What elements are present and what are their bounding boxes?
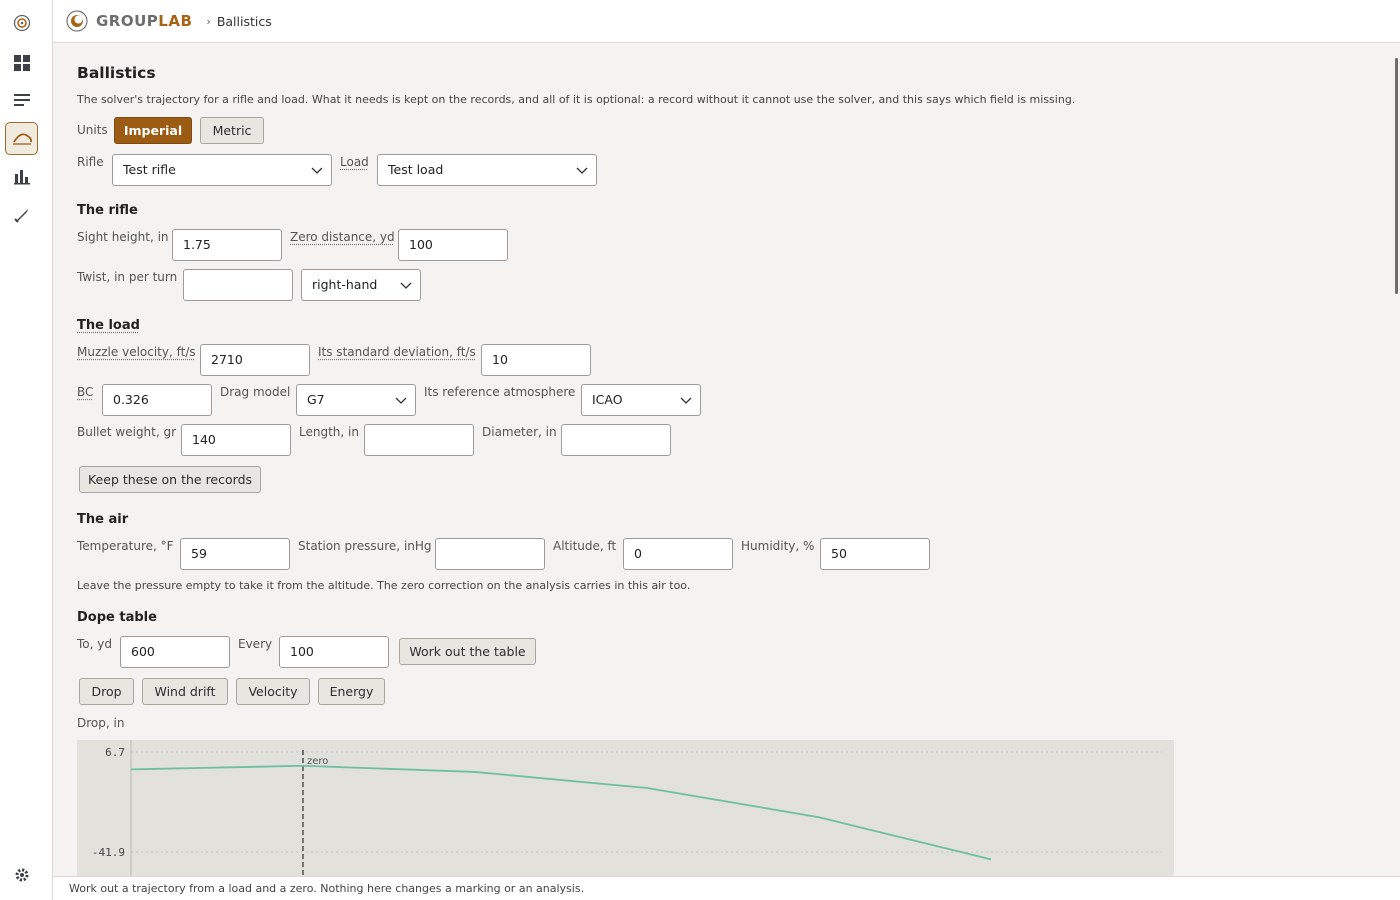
drag-model-select[interactable]: G7 bbox=[296, 384, 416, 416]
reference-atmosphere-value: ICAO bbox=[592, 392, 623, 407]
page-description: The solver's trajectory for a rifle and … bbox=[77, 93, 1076, 106]
bc-input[interactable]: 0.326 bbox=[102, 384, 212, 416]
rifle-section-heading: The rifle bbox=[77, 203, 138, 218]
drag-model-value: G7 bbox=[307, 392, 325, 407]
tab-velocity[interactable]: Velocity bbox=[236, 678, 310, 705]
sight-height-input[interactable]: 1.75 bbox=[172, 229, 282, 261]
dope-every-label: Every bbox=[238, 637, 273, 651]
bullet-weight-input[interactable]: 140 bbox=[181, 424, 291, 456]
top-bar: GROUPLAB › Ballistics bbox=[53, 0, 1400, 43]
chart-y-label: Drop, in bbox=[77, 716, 125, 730]
keep-on-records-button[interactable]: Keep these on the records bbox=[79, 466, 261, 493]
twist-label: Twist, in per turn bbox=[77, 270, 178, 284]
station-pressure-label: Station pressure, inHg bbox=[298, 539, 432, 553]
units-metric-button[interactable]: Metric bbox=[200, 117, 264, 144]
load-select[interactable]: Test load bbox=[377, 154, 597, 186]
bullet-length-input[interactable] bbox=[364, 424, 474, 456]
chevron-down-icon bbox=[680, 397, 692, 404]
chart-series-line bbox=[130, 764, 992, 861]
dope-to-label: To, yd bbox=[77, 637, 112, 651]
velocity-sd-input[interactable]: 10 bbox=[481, 344, 591, 376]
drop-chart: 6.7 -41.9 zero bbox=[77, 740, 1174, 876]
tab-drop[interactable]: Drop bbox=[79, 678, 134, 705]
brand-name: GROUPLAB bbox=[96, 12, 193, 30]
altitude-input[interactable]: 0 bbox=[623, 538, 733, 570]
status-bar: Work out a trajectory from a load and a … bbox=[53, 876, 1400, 900]
rifle-select[interactable]: Test rifle bbox=[112, 154, 332, 186]
altitude-label: Altitude, ft bbox=[553, 539, 617, 553]
settings-icon[interactable] bbox=[5, 858, 38, 891]
sight-height-label: Sight height, in bbox=[77, 230, 169, 244]
reference-atmosphere-select[interactable]: ICAO bbox=[581, 384, 701, 416]
temperature-label: Temperature, °F bbox=[77, 539, 174, 553]
rifle-select-label: Rifle bbox=[77, 155, 104, 169]
nav-rail bbox=[0, 0, 53, 900]
station-pressure-input[interactable] bbox=[435, 538, 545, 570]
load-select-value: Test load bbox=[388, 162, 444, 177]
reference-atmosphere-label: Its reference atmosphere bbox=[424, 385, 576, 399]
page-title: Ballistics bbox=[77, 64, 156, 82]
main-content: Ballistics The solver's trajectory for a… bbox=[53, 43, 1400, 876]
velocity-sd-label: Its standard deviation, ft/s bbox=[318, 345, 476, 359]
twist-direction-value: right-hand bbox=[312, 277, 378, 292]
load-select-label: Load bbox=[340, 155, 369, 169]
zero-distance-input[interactable]: 100 bbox=[398, 229, 508, 261]
rifle-select-value: Test rifle bbox=[123, 162, 176, 177]
air-note: Leave the pressure empty to take it from… bbox=[77, 579, 691, 592]
logo-icon[interactable] bbox=[5, 6, 38, 39]
chart-y-tick-label: 6.7 bbox=[105, 746, 125, 759]
dashboard-icon[interactable] bbox=[5, 46, 38, 79]
trajectory-icon[interactable] bbox=[5, 122, 38, 155]
air-section-heading: The air bbox=[77, 512, 129, 527]
bullet-length-label: Length, in bbox=[299, 425, 359, 439]
bc-label: BC bbox=[77, 385, 94, 399]
brand[interactable]: GROUPLAB bbox=[66, 10, 192, 32]
muzzle-velocity-input[interactable]: 2710 bbox=[200, 344, 310, 376]
drop-chart-svg: 6.7-41.9zero bbox=[92, 740, 1162, 876]
tab-wind-drift[interactable]: Wind drift bbox=[142, 678, 228, 705]
bullet-diameter-input[interactable] bbox=[561, 424, 671, 456]
chevron-down-icon bbox=[400, 282, 412, 289]
temperature-input[interactable]: 59 bbox=[180, 538, 290, 570]
drag-model-label: Drag model bbox=[220, 385, 291, 399]
list-icon[interactable] bbox=[5, 84, 38, 117]
chart-y-tick-label: -41.9 bbox=[92, 846, 125, 859]
breadcrumb-separator: › bbox=[206, 14, 211, 28]
humidity-input[interactable]: 50 bbox=[820, 538, 930, 570]
chart-icon[interactable] bbox=[5, 160, 38, 193]
work-out-table-button[interactable]: Work out the table bbox=[399, 638, 536, 665]
breadcrumb-current: Ballistics bbox=[216, 13, 272, 29]
chevron-down-icon bbox=[395, 397, 407, 404]
chevron-down-icon bbox=[576, 167, 588, 174]
dope-every-input[interactable]: 100 bbox=[279, 636, 389, 668]
zero-distance-label: Zero distance, yd bbox=[290, 230, 395, 244]
twist-input[interactable] bbox=[183, 269, 293, 301]
dope-to-input[interactable]: 600 bbox=[120, 636, 230, 668]
humidity-label: Humidity, % bbox=[741, 539, 815, 553]
bullet-weight-label: Bullet weight, gr bbox=[77, 425, 177, 439]
tab-energy[interactable]: Energy bbox=[318, 678, 385, 705]
brand-logo-icon bbox=[66, 10, 88, 32]
cartridge-icon[interactable] bbox=[5, 198, 38, 231]
muzzle-velocity-label: Muzzle velocity, ft/s bbox=[77, 345, 196, 359]
twist-direction-select[interactable]: right-hand bbox=[301, 269, 421, 301]
load-section-heading: The load bbox=[77, 318, 140, 333]
units-label: Units bbox=[77, 123, 108, 137]
units-imperial-button[interactable]: Imperial bbox=[114, 117, 192, 144]
chevron-down-icon bbox=[311, 167, 323, 174]
bullet-diameter-label: Diameter, in bbox=[482, 425, 557, 439]
dope-section-heading: Dope table bbox=[77, 610, 157, 625]
